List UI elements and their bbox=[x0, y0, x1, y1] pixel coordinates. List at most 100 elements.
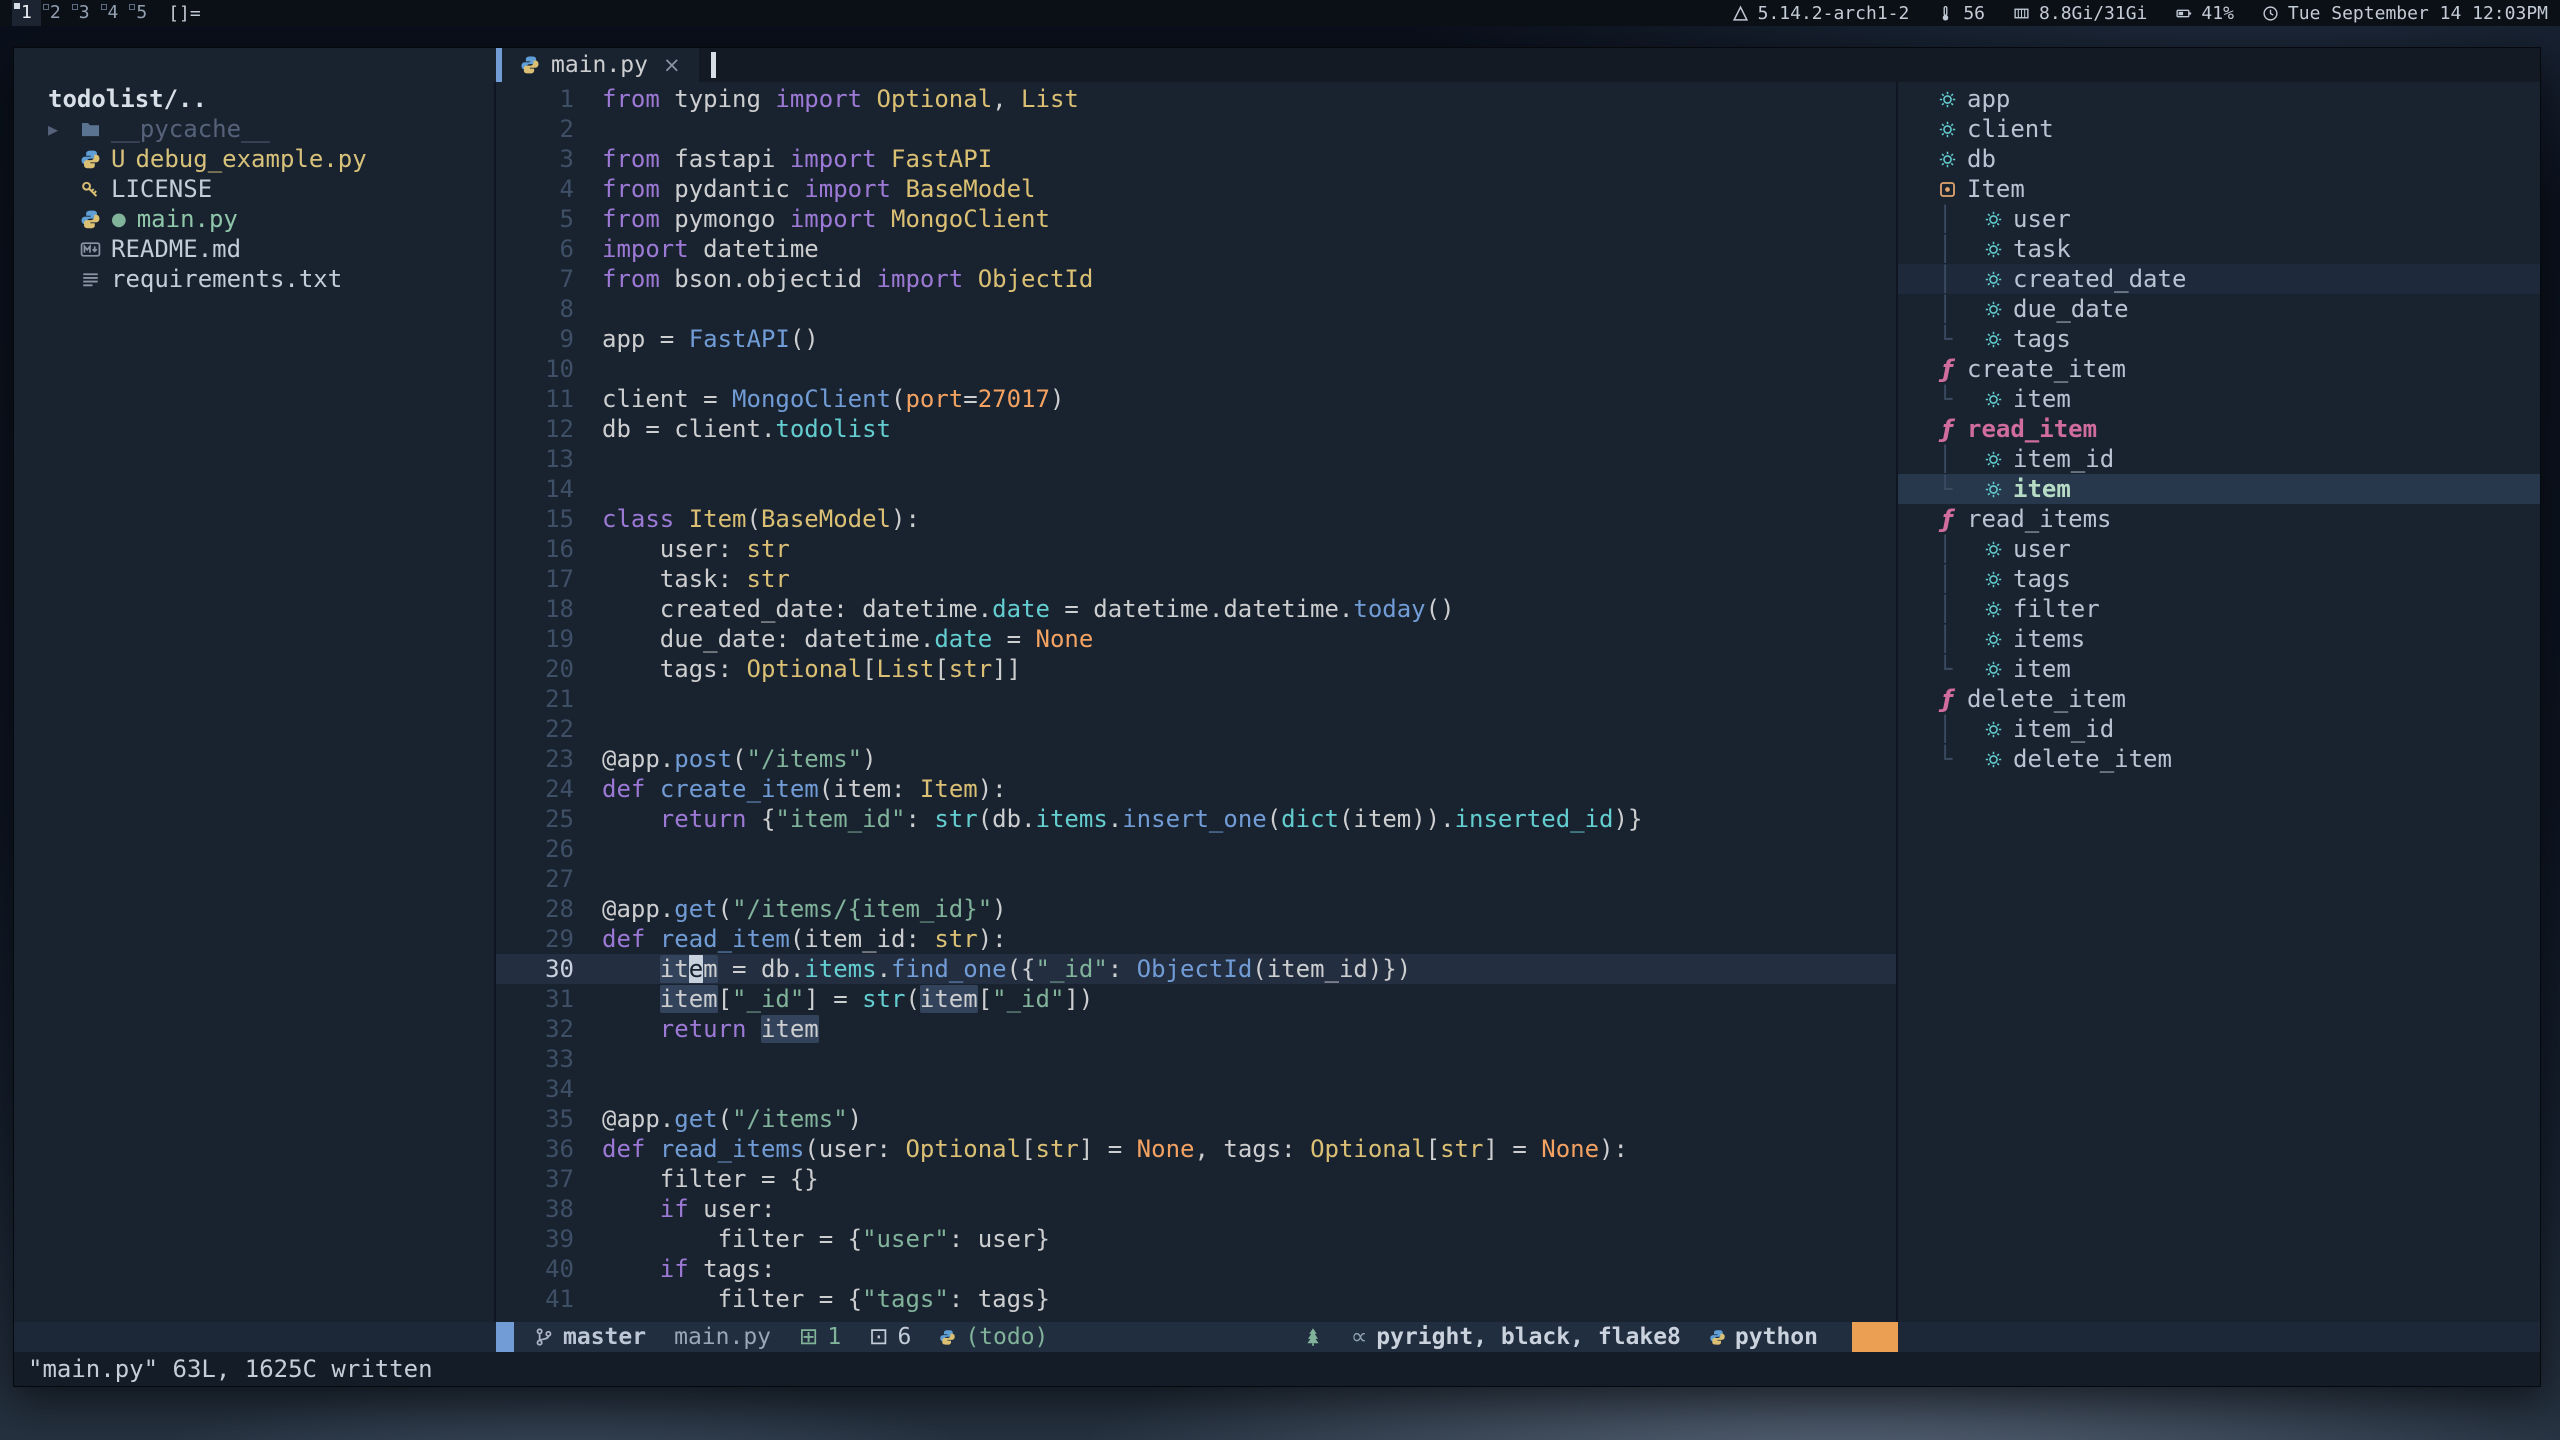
field-icon bbox=[1984, 630, 2003, 649]
symbol-label: item bbox=[2013, 385, 2071, 413]
file-name: debug_example.py bbox=[135, 145, 366, 173]
line-number: 32 bbox=[496, 1014, 574, 1044]
tree-item-main.py[interactable]: ●main.py bbox=[14, 204, 494, 234]
code-line-11[interactable]: 11client = MongoClient(port=27017) bbox=[496, 384, 1896, 414]
symbol-label: created_date bbox=[2013, 265, 2186, 293]
outline-item-due_date[interactable]: │due_date bbox=[1898, 294, 2540, 324]
outline-item-item_id[interactable]: │item_id bbox=[1898, 714, 2540, 744]
code-line-7[interactable]: 7from bson.objectid import ObjectId bbox=[496, 264, 1896, 294]
code-line-17[interactable]: 17 task: str bbox=[496, 564, 1896, 594]
code-line-36[interactable]: 36def read_items(user: Optional[str] = N… bbox=[496, 1134, 1896, 1164]
outline-item-delete_item[interactable]: └delete_item bbox=[1898, 744, 2540, 774]
code-line-15[interactable]: 15class Item(BaseModel): bbox=[496, 504, 1896, 534]
outline-item-task[interactable]: │task bbox=[1898, 234, 2540, 264]
code-line-39[interactable]: 39 filter = {"user": user} bbox=[496, 1224, 1896, 1254]
outline-item-item[interactable]: └item bbox=[1898, 654, 2540, 684]
code-line-37[interactable]: 37 filter = {} bbox=[496, 1164, 1896, 1194]
code-line-31[interactable]: 31 item["_id"] = str(item["_id"]) bbox=[496, 984, 1896, 1014]
code-line-1[interactable]: 1from typing import Optional, List bbox=[496, 84, 1896, 114]
outline-item-read_items[interactable]: ƒread_items bbox=[1898, 504, 2540, 534]
code-line-29[interactable]: 29def read_item(item_id: str): bbox=[496, 924, 1896, 954]
tree-item-LICENSE[interactable]: LICENSE bbox=[14, 174, 494, 204]
line-text: from bson.objectid import ObjectId bbox=[602, 265, 1093, 293]
outline-item-item[interactable]: └item bbox=[1898, 474, 2540, 504]
tree-item-debug_example.py[interactable]: Udebug_example.py bbox=[14, 144, 494, 174]
code-line-21[interactable]: 21 bbox=[496, 684, 1896, 714]
modified-dot-icon: ● bbox=[111, 209, 127, 230]
code-line-2[interactable]: 2 bbox=[496, 114, 1896, 144]
line-number: 18 bbox=[496, 594, 574, 624]
function-icon: ƒ bbox=[1938, 420, 1957, 439]
outline-item-user[interactable]: │user bbox=[1898, 534, 2540, 564]
code-line-3[interactable]: 3from fastapi import FastAPI bbox=[496, 144, 1896, 174]
code-line-13[interactable]: 13 bbox=[496, 444, 1896, 474]
line-number: 39 bbox=[496, 1224, 574, 1254]
code-line-19[interactable]: 19 due_date: datetime.date = None bbox=[496, 624, 1896, 654]
code-line-18[interactable]: 18 created_date: datetime.date = datetim… bbox=[496, 594, 1896, 624]
outline-item-tags[interactable]: │tags bbox=[1898, 564, 2540, 594]
workspace-tag-1[interactable]: 1 bbox=[12, 0, 41, 26]
code-line-6[interactable]: 6import datetime bbox=[496, 234, 1896, 264]
code-line-28[interactable]: 28@app.get("/items/{item_id}") bbox=[496, 894, 1896, 924]
tab-main-py[interactable]: main.py × bbox=[502, 48, 699, 82]
line-number: 14 bbox=[496, 474, 574, 504]
code-line-24[interactable]: 24def create_item(item: Item): bbox=[496, 774, 1896, 804]
code-line-35[interactable]: 35@app.get("/items") bbox=[496, 1104, 1896, 1134]
code-line-32[interactable]: 32 return item bbox=[496, 1014, 1896, 1044]
code-line-12[interactable]: 12db = client.todolist bbox=[496, 414, 1896, 444]
line-text: def read_item(item_id: str): bbox=[602, 925, 1007, 953]
tree-item-requirements.txt[interactable]: requirements.txt bbox=[14, 264, 494, 294]
code-line-9[interactable]: 9app = FastAPI() bbox=[496, 324, 1896, 354]
code-line-5[interactable]: 5from pymongo import MongoClient bbox=[496, 204, 1896, 234]
outline-item-items[interactable]: │items bbox=[1898, 624, 2540, 654]
tree-item-README.md[interactable]: README.md bbox=[14, 234, 494, 264]
tab-close-icon[interactable]: × bbox=[663, 53, 681, 77]
outline-item-app[interactable]: app bbox=[1898, 84, 2540, 114]
line-number: 6 bbox=[496, 234, 574, 264]
symbol-label: client bbox=[1967, 115, 2054, 143]
code-line-26[interactable]: 26 bbox=[496, 834, 1896, 864]
outline-item-user[interactable]: │user bbox=[1898, 204, 2540, 234]
outline-item-item_id[interactable]: │item_id bbox=[1898, 444, 2540, 474]
code-line-23[interactable]: 23@app.post("/items") bbox=[496, 744, 1896, 774]
code-line-22[interactable]: 22 bbox=[496, 714, 1896, 744]
code-line-34[interactable]: 34 bbox=[496, 1074, 1896, 1104]
workspace-tag-4[interactable]: 4 bbox=[99, 0, 128, 26]
outline-item-create_item[interactable]: ƒcreate_item bbox=[1898, 354, 2540, 384]
code-line-41[interactable]: 41 filter = {"tags": tags} bbox=[496, 1284, 1896, 1314]
workspace-tag-3[interactable]: 3 bbox=[70, 0, 99, 26]
outline-item-Item[interactable]: Item bbox=[1898, 174, 2540, 204]
tree-item-__pycache__[interactable]: ▸__pycache__ bbox=[14, 114, 494, 144]
code-line-10[interactable]: 10 bbox=[496, 354, 1896, 384]
outline-item-filter[interactable]: │filter bbox=[1898, 594, 2540, 624]
outline-item-client[interactable]: client bbox=[1898, 114, 2540, 144]
code-line-8[interactable]: 8 bbox=[496, 294, 1896, 324]
code-line-25[interactable]: 25 return {"item_id": str(db.items.inser… bbox=[496, 804, 1896, 834]
code-line-27[interactable]: 27 bbox=[496, 864, 1896, 894]
code-line-14[interactable]: 14 bbox=[496, 474, 1896, 504]
outline-item-tags[interactable]: └tags bbox=[1898, 324, 2540, 354]
line-number: 21 bbox=[496, 684, 574, 714]
file-name: requirements.txt bbox=[111, 265, 342, 293]
code-line-4[interactable]: 4from pydantic import BaseModel bbox=[496, 174, 1896, 204]
workspace-tag-2[interactable]: 2 bbox=[41, 0, 70, 26]
outline-item-db[interactable]: db bbox=[1898, 144, 2540, 174]
outline-item-created_date[interactable]: │created_date bbox=[1898, 264, 2540, 294]
memory-icon bbox=[2013, 5, 2030, 22]
code-line-40[interactable]: 40 if tags: bbox=[496, 1254, 1896, 1284]
code-line-30[interactable]: 30 item = db.items.find_one({"_id": Obje… bbox=[496, 954, 1896, 984]
outline-item-read_item[interactable]: ƒread_item bbox=[1898, 414, 2540, 444]
field-icon bbox=[1984, 300, 2003, 319]
field-icon bbox=[1938, 90, 1957, 109]
code-line-38[interactable]: 38 if user: bbox=[496, 1194, 1896, 1224]
chevron-right-icon[interactable]: ▸ bbox=[48, 117, 70, 141]
workspace-tag-5[interactable]: 5 bbox=[127, 0, 156, 26]
code-line-20[interactable]: 20 tags: Optional[List[str]] bbox=[496, 654, 1896, 684]
layout-indicator[interactable]: []= bbox=[156, 3, 213, 24]
tree-root-folder[interactable]: todolist/.. bbox=[14, 84, 494, 114]
outline-item-delete_item[interactable]: ƒdelete_item bbox=[1898, 684, 2540, 714]
code-line-33[interactable]: 33 bbox=[496, 1044, 1896, 1074]
lsp-clients: ∝ pyright, black, flake8 bbox=[1351, 1324, 1681, 1350]
outline-item-item[interactable]: └item bbox=[1898, 384, 2540, 414]
code-line-16[interactable]: 16 user: str bbox=[496, 534, 1896, 564]
